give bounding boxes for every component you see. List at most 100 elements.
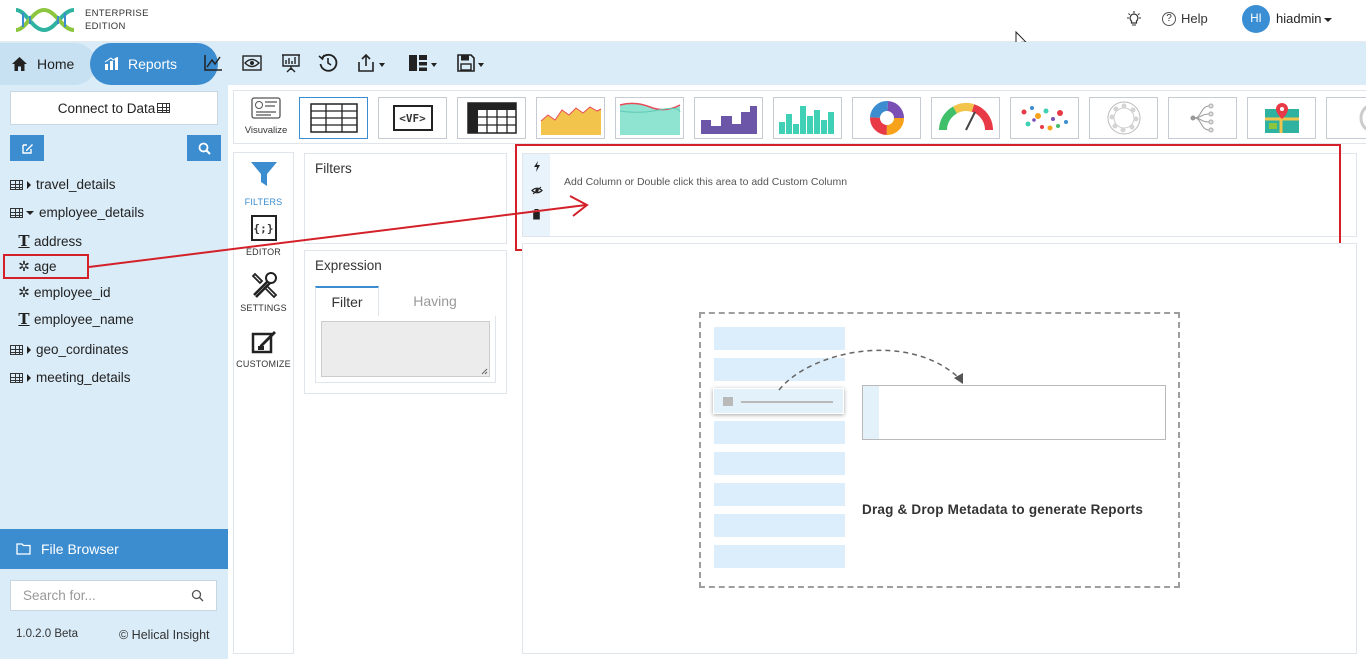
- copyright-label: © Helical Insight: [119, 628, 210, 642]
- avatar[interactable]: HI: [1242, 5, 1270, 33]
- filters-title: Filters: [315, 161, 352, 176]
- tools-icon: [251, 272, 277, 299]
- history-icon[interactable]: [318, 51, 338, 75]
- search-placeholder: Search for...: [23, 588, 96, 603]
- annotation-highlight-age: [3, 254, 89, 279]
- field-node-address[interactable]: T address: [17, 232, 82, 250]
- connect-to-data-button[interactable]: Connect to Data: [10, 91, 218, 125]
- vf-chart-thumb[interactable]: <VF>: [378, 97, 447, 139]
- reports-button[interactable]: Reports: [90, 43, 218, 85]
- map-chart-thumb[interactable]: [1247, 97, 1316, 139]
- layout-icon[interactable]: [408, 51, 437, 75]
- user-menu[interactable]: hiadmin: [1276, 11, 1332, 26]
- edit-button[interactable]: [10, 135, 44, 161]
- file-search-input[interactable]: Search for...: [10, 580, 217, 611]
- visualize-icon: [251, 97, 281, 119]
- donut-chart-thumb[interactable]: [852, 97, 921, 139]
- tab-filters[interactable]: FILTERS: [234, 159, 293, 207]
- tab-customize[interactable]: CUSTOMIZE: [234, 327, 293, 369]
- report-canvas[interactable]: Drag & Drop Metadata to generate Reports: [522, 243, 1357, 654]
- tab-having[interactable]: Having: [395, 286, 475, 316]
- scatter-chart-icon: [1021, 106, 1068, 131]
- expression-title: Expression: [315, 258, 382, 273]
- illustration-row: [714, 545, 845, 568]
- partial-chart-icon: [1359, 105, 1366, 131]
- edit-icon: [21, 143, 33, 154]
- gauge-chart-icon: [938, 103, 993, 131]
- home-button[interactable]: Home: [0, 43, 96, 85]
- eye-icon[interactable]: [242, 51, 262, 75]
- save-icon[interactable]: [457, 51, 484, 75]
- filters-panel: Filters: [304, 153, 507, 244]
- radial-chart-icon: [1107, 101, 1140, 135]
- share-icon[interactable]: [356, 51, 385, 75]
- illustration-row: [714, 483, 845, 506]
- chevron-right-icon: [27, 345, 31, 354]
- visualize-button[interactable]: Visuvalize: [240, 97, 292, 141]
- chevron-down-icon: [26, 210, 34, 215]
- bar-chart-icon: [778, 106, 834, 134]
- presentation-icon[interactable]: [281, 51, 301, 75]
- area-chart-thumb[interactable]: [536, 97, 605, 139]
- field-node-employee-id[interactable]: ✲ employee_id: [17, 284, 110, 301]
- stacked-area-icon: [619, 102, 680, 135]
- area-chart-icon: [540, 106, 601, 135]
- field-node-employee-name[interactable]: T employee_name: [17, 310, 133, 328]
- tab-filter[interactable]: Filter: [315, 286, 379, 316]
- bar-chart-thumb[interactable]: [773, 97, 842, 139]
- tab-editor[interactable]: {;} EDITOR: [234, 215, 293, 257]
- table-node-geo-cordinates[interactable]: geo_cordinates: [10, 342, 128, 357]
- metadata-sidebar: Connect to Data travel_details employee_…: [0, 85, 228, 659]
- code-icon: {;}: [250, 215, 277, 241]
- line-chart-icon[interactable]: [203, 51, 223, 75]
- help-label: Help: [1181, 11, 1208, 26]
- drag-drop-illustration: Drag & Drop Metadata to generate Reports: [699, 312, 1180, 588]
- crosstab-chart-thumb[interactable]: [457, 97, 526, 139]
- file-browser-button[interactable]: File Browser: [0, 529, 228, 569]
- home-label: Home: [37, 56, 75, 72]
- search-icon: [191, 589, 204, 602]
- drag-drop-message: Drag & Drop Metadata to generate Reports: [862, 502, 1144, 517]
- table-node-employee-details[interactable]: employee_details: [10, 205, 144, 220]
- expression-panel: Expression Filter Having: [304, 250, 507, 394]
- username-label: hiadmin: [1276, 11, 1322, 26]
- radial-chart-thumb[interactable]: [1089, 97, 1158, 139]
- step-chart-icon: [700, 106, 757, 134]
- table-icon: [10, 179, 23, 190]
- tree-chart-icon: [1190, 103, 1213, 133]
- stacked-area-chart-thumb[interactable]: [615, 97, 684, 139]
- table-icon: [10, 207, 23, 218]
- reports-label: Reports: [128, 56, 178, 72]
- table-node-meeting-details[interactable]: meeting_details: [10, 370, 131, 385]
- resize-handle-icon[interactable]: [481, 368, 488, 375]
- expression-textarea[interactable]: [321, 321, 490, 377]
- partial-chart-thumb[interactable]: [1326, 97, 1366, 139]
- illustration-row: [714, 421, 845, 444]
- table-node-travel-details[interactable]: travel_details: [10, 177, 116, 192]
- table-icon: [157, 103, 171, 113]
- chevron-down-icon: [1323, 17, 1332, 22]
- annotation-highlight-columns: [515, 144, 1341, 251]
- chevron-right-icon: [27, 373, 31, 382]
- chevron-right-icon: [27, 180, 31, 189]
- table-chart-thumb[interactable]: [299, 97, 368, 139]
- gauge-chart-thumb[interactable]: [931, 97, 1000, 139]
- tab-settings[interactable]: SETTINGS: [234, 271, 293, 313]
- edition-label: ENTERPRISE EDITION: [85, 8, 149, 32]
- helical-insight-logo[interactable]: [14, 6, 76, 39]
- illustration-row: [714, 514, 845, 537]
- map-chart-icon: [1264, 103, 1299, 133]
- vf-icon: <VF>: [392, 105, 433, 131]
- lightbulb-icon[interactable]: [1126, 11, 1142, 32]
- connect-label: Connect to Data: [57, 100, 156, 116]
- donut-chart-icon: [869, 101, 904, 135]
- illustration-row: [714, 452, 845, 475]
- help-link[interactable]: ? Help: [1162, 11, 1208, 26]
- text-type-icon: T: [18, 232, 30, 250]
- step-chart-thumb[interactable]: [694, 97, 763, 139]
- help-icon: ?: [1162, 11, 1176, 26]
- tree-chart-thumb[interactable]: [1168, 97, 1237, 139]
- scatter-chart-thumb[interactable]: [1010, 97, 1079, 139]
- reports-icon: [104, 57, 119, 70]
- search-metadata-button[interactable]: [187, 135, 221, 161]
